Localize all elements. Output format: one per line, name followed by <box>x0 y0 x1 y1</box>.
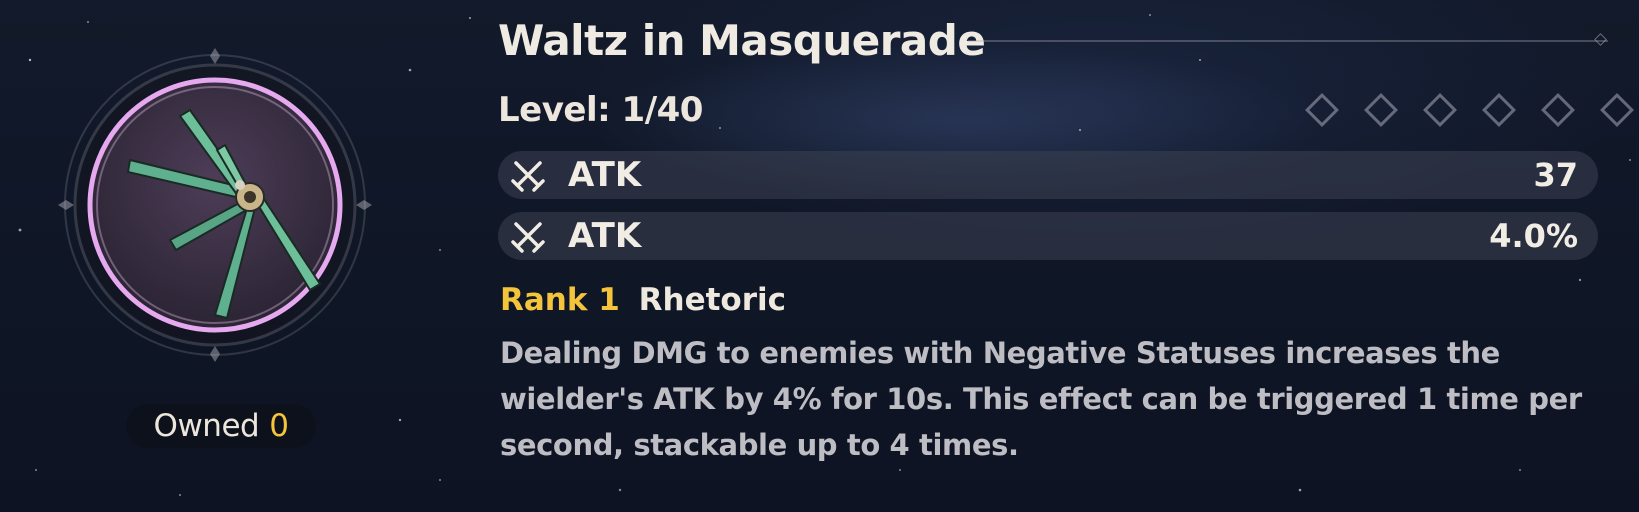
owned-count: 0 <box>269 408 289 444</box>
stat-row-atk-base: ATK 37 <box>498 151 1598 199</box>
title-divider <box>968 40 1608 42</box>
passive-description: Dealing DMG to enemies with Negative Sta… <box>500 336 1582 462</box>
rank-diamond-icon <box>1600 93 1634 127</box>
item-level: Level: 1/40 <box>498 90 703 130</box>
stat-value: 4.0% <box>1489 217 1578 255</box>
stat-name: ATK <box>568 216 642 256</box>
stat-row-atk-percent: ATK 4.0% <box>498 212 1598 260</box>
rank-diamond-icon <box>1541 93 1575 127</box>
item-emblem <box>50 40 380 370</box>
stat-name: ATK <box>568 155 642 195</box>
crossed-swords-icon <box>511 161 545 192</box>
stat-value: 37 <box>1533 156 1578 194</box>
owned-label: Owned <box>153 408 260 444</box>
item-title: Waltz in Masquerade <box>498 16 986 65</box>
passive-header: Rank 1 Rhetoric <box>500 282 786 314</box>
superimposition-rank-indicator <box>1305 93 1634 127</box>
passive-rank: Rank 1 <box>500 282 620 314</box>
rank-diamond-icon <box>1364 93 1398 127</box>
rank-diamond-icon <box>1423 93 1457 127</box>
divider-diamond-icon <box>1594 33 1607 46</box>
crossed-swords-icon <box>511 222 545 253</box>
passive-name: Rhetoric <box>638 282 787 314</box>
owned-counter: Owned 0 <box>126 404 316 448</box>
rank-diamond-icon <box>1305 93 1339 127</box>
rank-diamond-icon <box>1482 93 1516 127</box>
